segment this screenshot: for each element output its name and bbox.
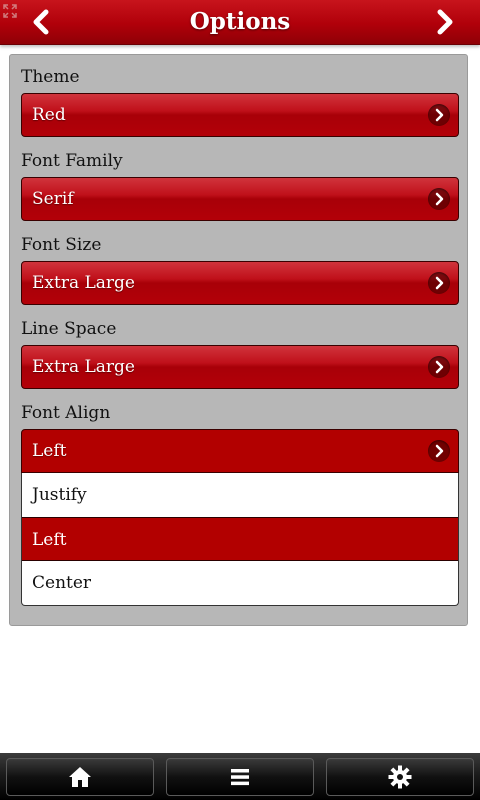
- font-align-label: Font Align: [21, 403, 111, 423]
- chevron-right-icon: [428, 272, 450, 294]
- font-size-label: Font Size: [21, 235, 102, 255]
- page-title: Options: [189, 8, 291, 35]
- option-center[interactable]: Center: [22, 561, 458, 605]
- line-space-value: Extra Large: [32, 357, 135, 377]
- home-icon: [69, 767, 91, 787]
- font-align-options: Justify Left Center: [21, 473, 459, 606]
- theme-label: Theme: [21, 67, 80, 87]
- font-size-select[interactable]: Extra Large: [21, 261, 459, 305]
- gear-icon: [388, 765, 412, 789]
- list-menu-icon: [231, 769, 249, 786]
- chevron-right-icon: [437, 9, 453, 35]
- chevron-right-icon: [428, 188, 450, 210]
- option-left[interactable]: Left: [22, 517, 458, 561]
- options-panel: Theme Red Font Family Serif Font Size Ex…: [9, 54, 468, 626]
- theme-select[interactable]: Red: [21, 93, 459, 137]
- option-justify[interactable]: Justify: [22, 473, 458, 517]
- settings-button[interactable]: [326, 758, 474, 796]
- chevron-right-icon: [428, 440, 450, 462]
- forward-button[interactable]: [428, 6, 460, 38]
- header-bar: Options: [0, 0, 480, 45]
- home-button[interactable]: [6, 758, 154, 796]
- line-space-label: Line Space: [21, 319, 117, 339]
- font-family-select[interactable]: Serif: [21, 177, 459, 221]
- font-size-value: Extra Large: [32, 273, 135, 293]
- chevron-right-icon: [428, 356, 450, 378]
- line-space-select[interactable]: Extra Large: [21, 345, 459, 389]
- font-align-select[interactable]: Left: [21, 429, 459, 473]
- chevron-right-icon: [428, 104, 450, 126]
- theme-value: Red: [32, 105, 66, 125]
- font-family-label: Font Family: [21, 151, 123, 171]
- font-align-value: Left: [32, 441, 67, 461]
- menu-button[interactable]: [166, 758, 314, 796]
- bottom-toolbar: [0, 753, 480, 800]
- font-family-value: Serif: [32, 189, 74, 209]
